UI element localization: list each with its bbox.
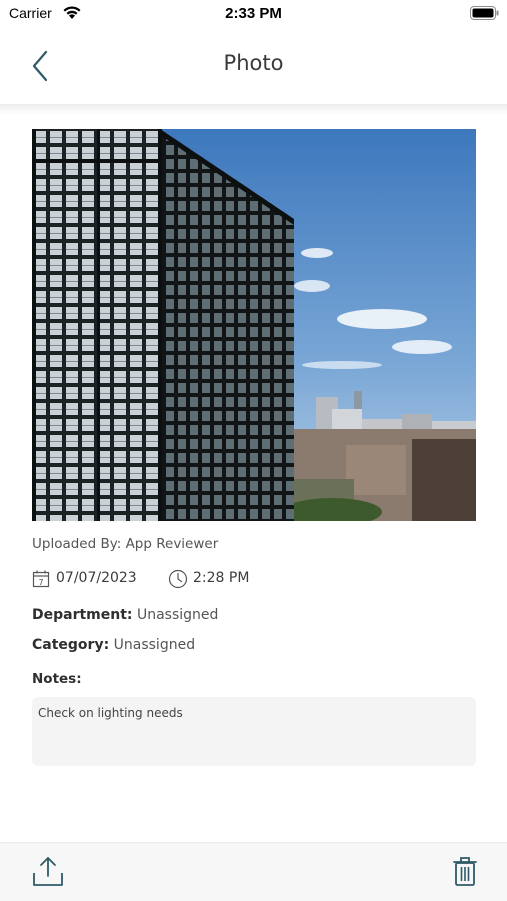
upload-date: 07/07/2023	[56, 570, 137, 586]
notes-label: Notes:	[32, 671, 82, 687]
page-title: Photo	[223, 51, 284, 75]
category-field: Category: Unassigned	[32, 637, 195, 653]
notes-text: Check on lighting needs	[38, 706, 183, 720]
upload-time: 2:28 PM	[193, 570, 250, 586]
department-value: Unassigned	[132, 607, 219, 623]
notes-field[interactable]: Check on lighting needs	[32, 697, 476, 766]
building-photo[interactable]	[32, 129, 476, 521]
category-label: Category:	[32, 637, 110, 653]
delete-button[interactable]	[452, 855, 478, 891]
bottom-toolbar	[0, 842, 507, 901]
status-time: 2:33 PM	[225, 5, 282, 22]
clock-icon	[168, 569, 188, 589]
status-bar: Carrier 2:33 PM	[0, 0, 507, 28]
department-label: Department:	[32, 607, 133, 623]
trash-icon	[453, 857, 477, 886]
calendar-icon: 7	[32, 570, 50, 588]
timestamp-row: 7 07/07/2023 2:28 PM	[32, 569, 432, 589]
category-value: Unassigned	[109, 637, 196, 653]
department-field: Department: Unassigned	[32, 607, 218, 623]
share-button[interactable]	[30, 855, 66, 891]
calendar-day: 7	[38, 578, 43, 587]
battery-icon	[470, 6, 499, 20]
nav-divider	[0, 104, 507, 114]
share-icon	[33, 857, 63, 886]
nav-bar: Photo	[0, 28, 507, 104]
uploaded-by: Uploaded By: App Reviewer	[32, 536, 219, 552]
